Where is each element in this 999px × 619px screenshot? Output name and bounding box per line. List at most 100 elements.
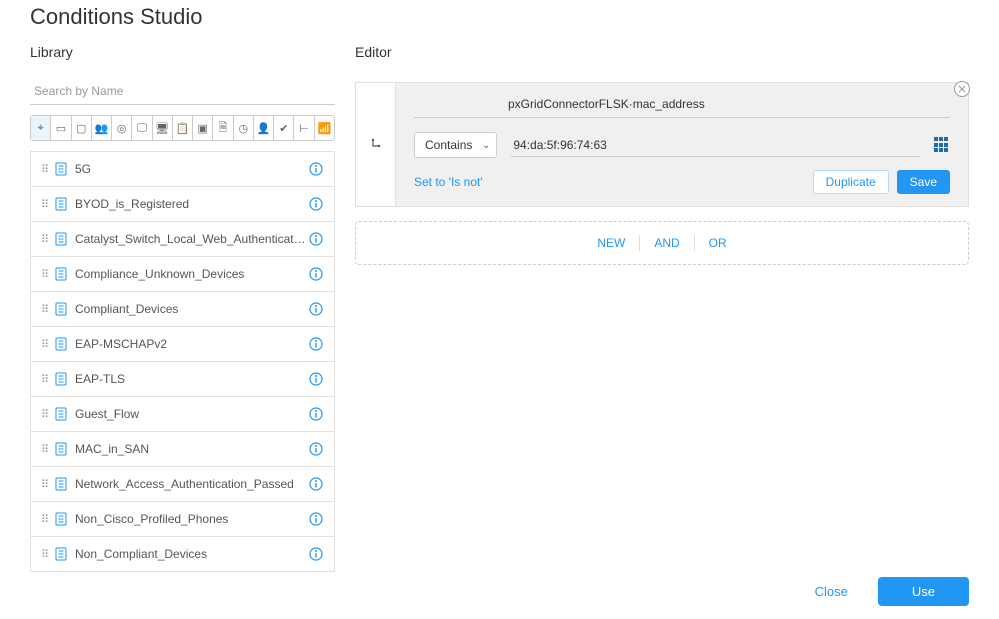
info-icon[interactable] xyxy=(308,511,324,527)
condition-item[interactable]: ⠿ Compliant_Devices xyxy=(30,291,335,327)
condition-label: Catalyst_Switch_Local_Web_Authentication xyxy=(75,232,308,246)
info-icon[interactable] xyxy=(308,476,324,492)
document-icon xyxy=(55,302,75,316)
logic-row: NEW AND OR xyxy=(355,221,969,265)
library-panel: Library ⌖▭▢👥◎🖵🖥📋▣🗎◷👤✔⊢📶 ⠿5G⠿BYOD_is_Regi… xyxy=(30,44,335,574)
attribute-field[interactable]: pxGridConnectorFLSK·mac_address xyxy=(414,97,950,118)
duplicate-button[interactable]: Duplicate xyxy=(813,170,889,194)
screen-icon[interactable]: ▢ xyxy=(72,116,92,140)
drag-handle-icon[interactable]: ⠿ xyxy=(41,548,55,561)
condition-item[interactable]: ⠿ EAP-MSCHAPv2 xyxy=(30,326,335,362)
new-button[interactable]: NEW xyxy=(587,232,635,254)
grid-icon[interactable] xyxy=(934,137,950,153)
drag-handle-icon[interactable]: ⠿ xyxy=(41,303,55,316)
or-button[interactable]: OR xyxy=(699,232,737,254)
drag-handle-icon[interactable]: ⠿ xyxy=(41,373,55,386)
drag-handle-icon[interactable]: ⠿ xyxy=(41,443,55,456)
info-icon[interactable] xyxy=(308,371,324,387)
condition-label: EAP-TLS xyxy=(75,372,308,386)
location-pin-icon[interactable]: ⌖ xyxy=(31,116,51,140)
drag-handle-icon[interactable]: ⠿ xyxy=(41,513,55,526)
condition-label: MAC_in_SAN xyxy=(75,442,308,456)
editor-heading: Editor xyxy=(355,44,969,60)
drag-handle-icon[interactable]: ⠿ xyxy=(41,198,55,211)
user-icon[interactable]: 👤 xyxy=(254,116,274,140)
operator-value: Contains xyxy=(425,138,472,152)
condition-item[interactable]: ⠿ Compliance_Unknown_Devices xyxy=(30,256,335,292)
condition-item[interactable]: ⠿ BYOD_is_Registered xyxy=(30,186,335,222)
condition-item[interactable]: ⠿ EAP-TLS xyxy=(30,361,335,397)
info-icon[interactable] xyxy=(308,546,324,562)
condition-list: ⠿5G⠿BYOD_is_Registered⠿Catalyst_Switch_L… xyxy=(30,151,335,571)
condition-item[interactable]: ⠿5G xyxy=(30,151,335,187)
group-icon[interactable]: 👥 xyxy=(92,116,112,140)
condition-label: Compliant_Devices xyxy=(75,302,308,316)
info-icon[interactable] xyxy=(308,231,324,247)
value-input[interactable] xyxy=(511,134,920,157)
info-icon[interactable] xyxy=(308,406,324,422)
and-button[interactable]: AND xyxy=(644,232,689,254)
document-icon xyxy=(55,477,75,491)
footer: Close Use xyxy=(799,576,969,607)
use-button[interactable]: Use xyxy=(878,577,969,606)
condition-item[interactable]: ⠿ Non_Cisco_Profiled_Phones xyxy=(30,501,335,537)
library-heading: Library xyxy=(30,44,335,60)
info-icon[interactable] xyxy=(308,336,324,352)
condition-label: Non_Compliant_Devices xyxy=(75,547,308,561)
check-circle-icon[interactable]: ✔ xyxy=(274,116,294,140)
badge-icon[interactable]: ▣ xyxy=(193,116,213,140)
save-button[interactable]: Save xyxy=(897,170,950,194)
info-icon[interactable] xyxy=(308,196,324,212)
drag-handle-icon[interactable]: ⠿ xyxy=(41,338,55,351)
condition-label: Non_Cisco_Profiled_Phones xyxy=(75,512,308,526)
info-icon[interactable] xyxy=(308,301,324,317)
filter-toolbar: ⌖▭▢👥◎🖵🖥📋▣🗎◷👤✔⊢📶 xyxy=(30,115,335,141)
set-isnot-link[interactable]: Set to 'Is not' xyxy=(414,175,483,189)
drag-handle-icon[interactable]: ⠿ xyxy=(41,478,55,491)
rule-block: pxGridConnectorFLSK·mac_address Contains… xyxy=(355,82,969,207)
monitor-icon[interactable]: 🖵 xyxy=(132,116,152,140)
search-input[interactable] xyxy=(30,78,335,105)
info-icon[interactable] xyxy=(308,441,324,457)
info-icon[interactable] xyxy=(308,161,324,177)
separator xyxy=(639,235,640,251)
drag-handle-icon[interactable]: ⠿ xyxy=(41,268,55,281)
chevron-down-icon: ⌄ xyxy=(482,140,490,151)
close-button[interactable]: Close xyxy=(799,576,864,607)
document-icon xyxy=(55,372,75,386)
condition-label: Network_Access_Authentication_Passed xyxy=(75,477,308,491)
operator-select[interactable]: Contains ⌄ xyxy=(414,132,497,158)
editor-panel: Editor pxGridConnectorFLSK·mac_address C… xyxy=(355,44,969,574)
clipboard-icon[interactable]: 📋 xyxy=(173,116,193,140)
condition-item[interactable]: ⠿ Catalyst_Switch_Local_Web_Authenticatio… xyxy=(30,221,335,257)
desktop-icon[interactable]: 🖥 xyxy=(153,116,173,140)
drag-handle-icon[interactable]: ⠿ xyxy=(41,233,55,246)
document-icon xyxy=(55,267,75,281)
info-icon[interactable] xyxy=(308,266,324,282)
document-icon xyxy=(55,442,75,456)
condition-item[interactable]: ⠿ Non_Compliant_Devices xyxy=(30,536,335,572)
condition-item[interactable]: ⠿ Guest_Flow xyxy=(30,396,335,432)
separator xyxy=(694,235,695,251)
target-icon[interactable]: ◎ xyxy=(112,116,132,140)
device-icon[interactable]: ▭ xyxy=(51,116,71,140)
clock-icon[interactable]: ◷ xyxy=(234,116,254,140)
hierarchy-icon[interactable]: ⊢ xyxy=(294,116,314,140)
drag-handle-icon[interactable]: ⠿ xyxy=(41,163,55,176)
document-icon xyxy=(55,337,75,351)
condition-label: BYOD_is_Registered xyxy=(75,197,308,211)
condition-label: Compliance_Unknown_Devices xyxy=(75,267,308,281)
file-icon[interactable]: 🗎 xyxy=(213,116,233,140)
condition-item[interactable]: ⠿ MAC_in_SAN xyxy=(30,431,335,467)
hierarchy-icon[interactable] xyxy=(356,83,396,206)
page-title: Conditions Studio xyxy=(30,4,969,30)
document-icon xyxy=(55,232,75,246)
wifi-icon[interactable]: 📶 xyxy=(315,116,334,140)
condition-label: EAP-MSCHAPv2 xyxy=(75,337,308,351)
close-icon[interactable] xyxy=(954,81,970,97)
condition-label: Guest_Flow xyxy=(75,407,308,421)
document-icon xyxy=(55,547,75,561)
condition-item[interactable]: ⠿ Network_Access_Authentication_Passed xyxy=(30,466,335,502)
document-icon xyxy=(55,162,75,176)
drag-handle-icon[interactable]: ⠿ xyxy=(41,408,55,421)
